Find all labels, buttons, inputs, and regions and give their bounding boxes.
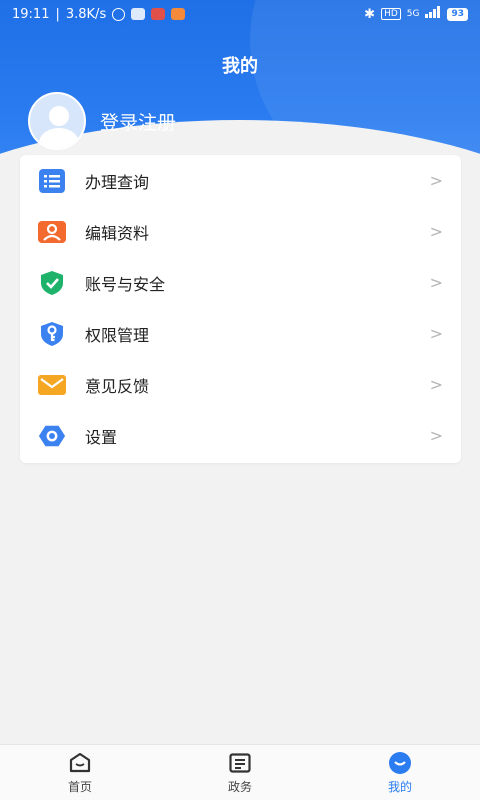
home-icon xyxy=(68,751,92,775)
profile-smile-icon xyxy=(388,751,412,775)
key-shield-icon xyxy=(38,320,66,348)
tab-home[interactable]: 首页 xyxy=(0,745,160,800)
alarm-icon xyxy=(112,7,126,21)
chevron-right-icon: > xyxy=(429,171,443,190)
tab-mine-label: 我的 xyxy=(387,779,412,794)
tab-government[interactable]: 政务 xyxy=(160,745,320,800)
chevron-right-icon: > xyxy=(429,375,443,394)
menu-item-feedback[interactable]: 意见反馈 > xyxy=(20,359,461,410)
status-bar: 19:11 | 3.8K/s ✱ HD 5G 93 xyxy=(0,0,480,28)
tab-government-label: 政务 xyxy=(227,779,252,794)
app-notification-icon-2 xyxy=(171,8,186,20)
menu-item-label: 意见反馈 xyxy=(85,376,150,396)
menu-item-edit-profile[interactable]: 编辑资料 > xyxy=(20,206,461,257)
chevron-right-icon: > xyxy=(429,273,443,292)
network-label: 5G xyxy=(406,9,420,19)
signal-icon xyxy=(425,6,441,22)
chevron-right-icon: > xyxy=(429,324,443,343)
menu-item-account-security[interactable]: 账号与安全 > xyxy=(20,257,461,308)
menu-item-permissions[interactable]: 权限管理 > xyxy=(20,308,461,359)
settings-icon xyxy=(38,422,66,450)
menu-item-label: 权限管理 xyxy=(85,325,150,345)
login-register-label[interactable]: 登录注册 xyxy=(100,108,176,135)
envelope-icon xyxy=(38,371,66,399)
tab-home-label: 首页 xyxy=(67,779,92,794)
status-speed: 3.8K/s xyxy=(65,6,107,22)
wechat-icon xyxy=(131,8,146,20)
chevron-right-icon: > xyxy=(429,222,443,241)
status-time: 19:11 xyxy=(12,6,50,22)
menu-item-query[interactable]: 办理查询 > xyxy=(20,155,461,206)
login-register-entry[interactable]: 登录注册 xyxy=(28,92,176,150)
menu-item-settings[interactable]: 设置 > xyxy=(20,410,461,461)
menu-list: 办理查询 > 编辑资料 > 账号与安全 > 权限管理 > 意见反馈 > 设置 > xyxy=(20,155,461,463)
page-title: 我的 xyxy=(222,56,258,77)
tab-mine[interactable]: 我的 xyxy=(320,745,480,800)
battery-icon: 93 xyxy=(447,7,468,21)
menu-item-label: 设置 xyxy=(85,427,118,447)
menu-item-label: 编辑资料 xyxy=(85,223,150,243)
menu-item-label: 办理查询 xyxy=(85,172,150,192)
hd-icon: HD xyxy=(381,8,401,20)
bottom-nav: 首页 政务 我的 xyxy=(0,744,480,800)
chevron-right-icon: > xyxy=(429,426,443,445)
avatar[interactable] xyxy=(28,92,86,150)
shield-check-icon xyxy=(38,269,66,297)
bluetooth-icon: ✱ xyxy=(364,6,376,22)
list-icon xyxy=(38,167,66,195)
document-icon xyxy=(228,751,252,775)
profile-edit-icon xyxy=(38,218,66,246)
menu-item-label: 账号与安全 xyxy=(85,274,166,294)
app-notification-icon xyxy=(151,8,166,20)
